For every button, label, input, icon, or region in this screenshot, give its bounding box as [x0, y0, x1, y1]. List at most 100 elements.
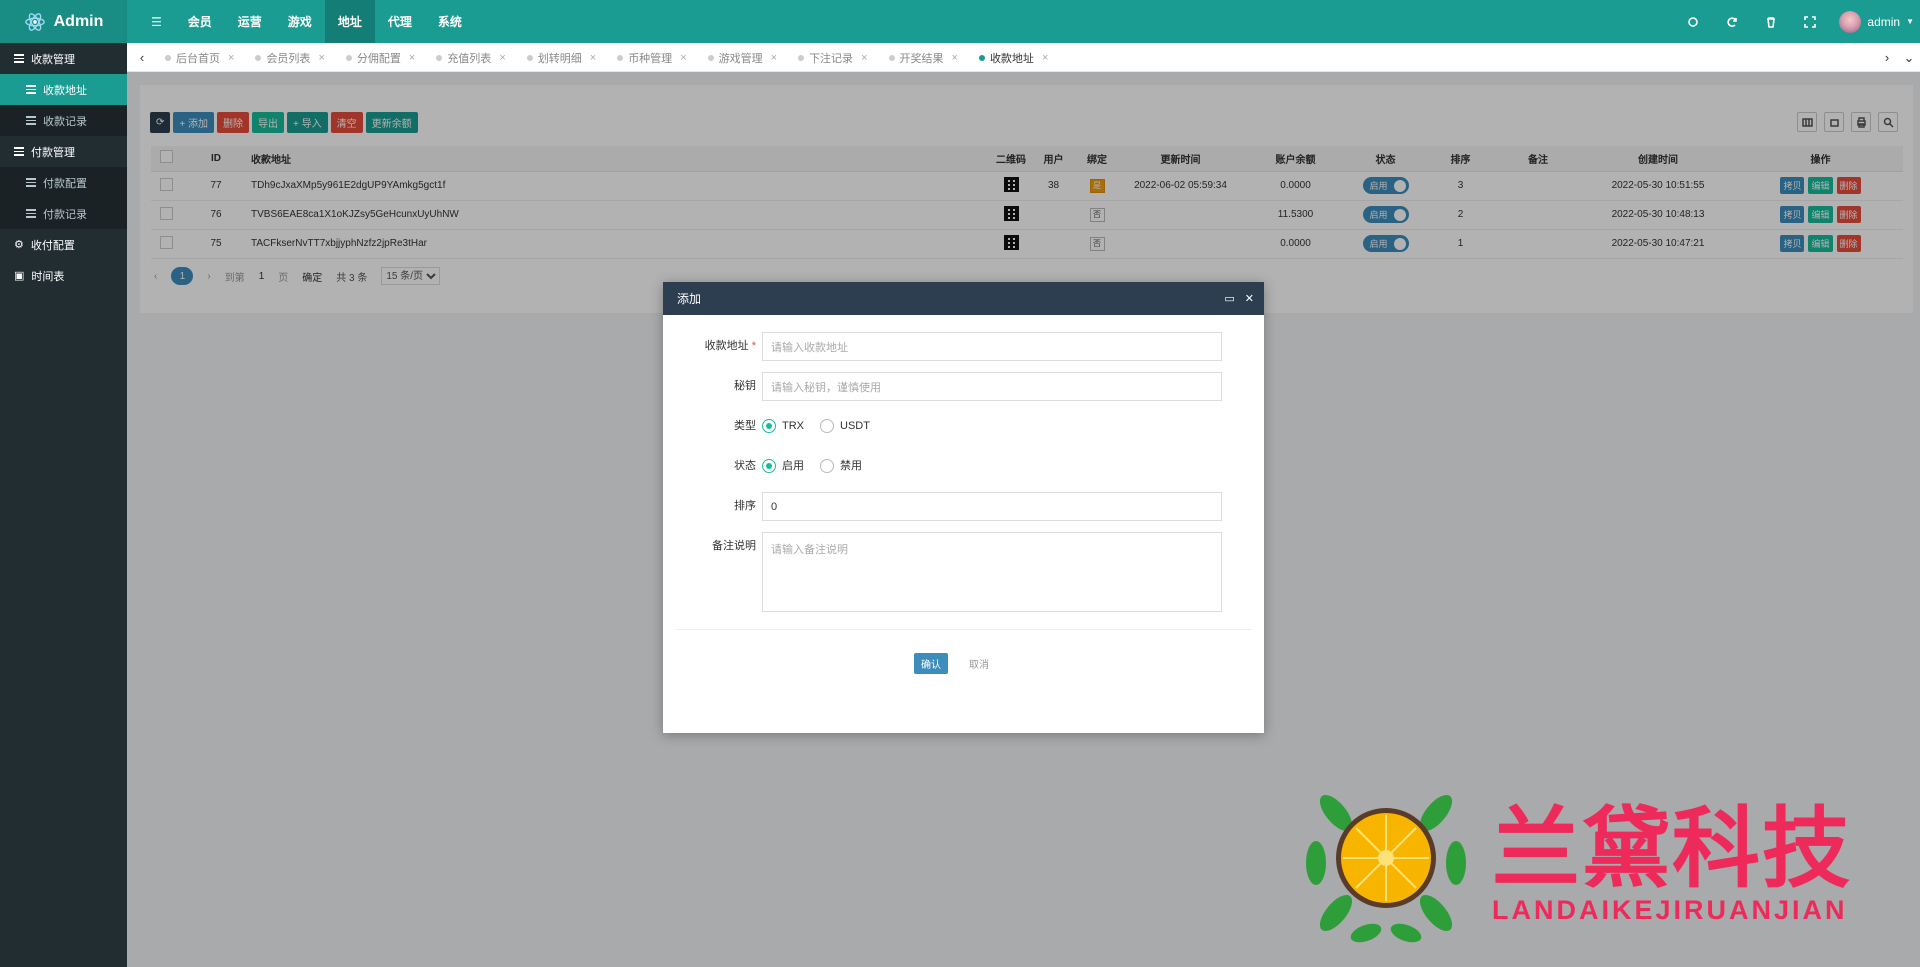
dialog-header: 添加 ▭ ✕	[663, 282, 1264, 315]
sidebar-item-label: 收款记录	[43, 115, 87, 128]
sidebar-item-label: 付款配置	[43, 177, 87, 190]
tab-results[interactable]: 开奖结果 ×	[877, 43, 967, 72]
sidebar-item-payment-config[interactable]: 付款配置	[0, 167, 127, 198]
close-icon[interactable]: ×	[861, 52, 867, 64]
sort-input[interactable]: 0	[762, 492, 1222, 521]
field-label: 状态	[734, 460, 756, 472]
list-icon	[14, 147, 24, 156]
sidebar-item-collection-address[interactable]: 收款地址	[0, 74, 127, 105]
dialog-title: 添加	[677, 292, 702, 306]
list-icon	[26, 85, 36, 94]
field-label: 排序	[734, 500, 756, 512]
watermark: 兰黛科技 LANDAIKEJIRUANJIAN	[1296, 773, 1896, 953]
tab-member-list[interactable]: 会员列表 ×	[243, 43, 333, 72]
close-icon[interactable]: ×	[590, 52, 596, 64]
status-radio-disabled[interactable]: 禁用	[820, 452, 862, 480]
cancel-button[interactable]: 取消	[962, 653, 996, 674]
menu-toggle-icon[interactable]: ☰	[138, 0, 175, 43]
user-menu[interactable]: admin ▼	[1829, 10, 1920, 33]
field-label: 备注说明	[712, 540, 756, 552]
trash-icon[interactable]	[1751, 0, 1790, 43]
type-radio-trx[interactable]: TRX	[762, 412, 804, 440]
close-icon[interactable]: ✕	[1245, 292, 1254, 305]
field-label: 收款地址 *	[704, 340, 756, 352]
tab-commission[interactable]: 分佣配置 ×	[334, 43, 424, 72]
list-icon	[26, 178, 36, 187]
sidebar-group-settings[interactable]: ⚙ 收付配置	[0, 229, 127, 260]
app-title: Admin	[53, 12, 104, 30]
confirm-button[interactable]: 确认	[914, 653, 948, 674]
maximize-icon[interactable]: ▭	[1224, 292, 1234, 305]
tab-transfer[interactable]: 划转明细 ×	[515, 43, 605, 72]
field-type: 类型 TRX USDT	[663, 412, 1264, 440]
status-radio-enabled[interactable]: 启用	[762, 452, 804, 480]
topnav-system[interactable]: 系统	[425, 0, 475, 43]
close-icon[interactable]: ×	[228, 52, 234, 64]
chevron-down-icon[interactable]: ⌄	[1898, 43, 1920, 72]
field-label: 类型	[734, 420, 756, 432]
chevron-right-icon[interactable]: ›	[1876, 43, 1898, 72]
sidebar-group-label: 时间表	[31, 270, 65, 283]
avatar	[1839, 10, 1862, 33]
gear-icon: ⚙	[14, 239, 24, 251]
watermark-title: 兰黛科技	[1492, 797, 1853, 900]
topnav-operation[interactable]: 运营	[225, 0, 275, 43]
field-sort: 排序 0	[663, 492, 1264, 521]
theme-icon[interactable]	[1673, 0, 1712, 43]
sidebar-group-label: 收付配置	[30, 239, 75, 252]
field-status: 状态 启用 禁用	[663, 452, 1264, 480]
user-name: admin	[1867, 14, 1901, 29]
topnav-agent[interactable]: 代理	[375, 0, 425, 43]
tab-game[interactable]: 游戏管理 ×	[696, 43, 786, 72]
tab-collection-address[interactable]: 收款地址 ×	[967, 43, 1057, 72]
close-icon[interactable]: ×	[952, 52, 958, 64]
field-key: 秘钥 请输入秘钥，谨慎使用	[663, 372, 1264, 401]
list-icon	[14, 54, 24, 63]
atom-logo-icon	[24, 12, 45, 31]
address-input[interactable]: 请输入收款地址	[762, 332, 1222, 361]
field-remark: 备注说明 请输入备注说明	[663, 532, 1264, 612]
type-radio-usdt[interactable]: USDT	[820, 412, 870, 440]
close-icon[interactable]: ×	[409, 52, 415, 64]
sidebar-item-label: 收款地址	[43, 84, 87, 97]
sidebar: 收款管理 收款地址 收款记录 付款管理 付款配置 付款记录 ⚙ 收付配置 ▣ 时间表	[0, 43, 127, 967]
calendar-icon: ▣	[14, 270, 25, 282]
refresh-icon[interactable]	[1712, 0, 1751, 43]
tab-bar: ‹ 后台首页 × 会员列表 × 分佣配置 × 充值列表 × 划转明细 × 币种管理 × 游戏…	[127, 43, 1920, 72]
tab-recharge[interactable]: 充值列表 ×	[424, 43, 514, 72]
sidebar-item-payment-records[interactable]: 付款记录	[0, 198, 127, 229]
fullscreen-icon[interactable]	[1790, 0, 1829, 43]
close-icon[interactable]: ×	[318, 52, 324, 64]
tab-bets[interactable]: 下注记录 ×	[786, 43, 876, 72]
add-dialog: 添加 ▭ ✕ 收款地址 * 请输入收款地址 秘钥 请输入秘钥，谨慎使用 类型 TR…	[663, 282, 1264, 733]
tab-currency[interactable]: 币种管理 ×	[605, 43, 695, 72]
close-icon[interactable]: ×	[771, 52, 777, 64]
dialog-divider	[675, 629, 1252, 630]
remark-textarea[interactable]: 请输入备注说明	[762, 532, 1222, 612]
list-icon	[26, 116, 36, 125]
field-label: 秘钥	[734, 380, 756, 392]
top-bar: Admin ☰ 会员 运营 游戏 地址 代理 系统 admin ▼	[0, 0, 1920, 43]
logo[interactable]: Admin	[0, 0, 127, 43]
field-address: 收款地址 * 请输入收款地址	[663, 332, 1264, 361]
sidebar-item-label: 付款记录	[43, 208, 87, 221]
key-input[interactable]: 请输入秘钥，谨慎使用	[762, 372, 1222, 401]
close-icon[interactable]: ×	[1042, 52, 1048, 64]
sidebar-group-label: 收款管理	[31, 53, 75, 66]
close-icon[interactable]: ×	[499, 52, 505, 64]
topnav-address[interactable]: 地址	[324, 0, 375, 43]
close-icon[interactable]: ×	[680, 52, 686, 64]
chevron-down-icon: ▼	[1906, 17, 1914, 26]
topnav-game[interactable]: 游戏	[275, 0, 325, 43]
topnav-member[interactable]: 会员	[175, 0, 225, 43]
sidebar-group-collection[interactable]: 收款管理	[0, 43, 127, 74]
tab-home[interactable]: 后台首页 ×	[153, 43, 243, 72]
watermark-subtitle: LANDAIKEJIRUANJIAN	[1492, 895, 1848, 925]
watermark-logo	[1306, 794, 1466, 943]
sidebar-group-schedule[interactable]: ▣ 时间表	[0, 260, 127, 291]
sidebar-group-label: 付款管理	[31, 146, 75, 159]
sidebar-group-payment[interactable]: 付款管理	[0, 136, 127, 167]
sidebar-item-collection-records[interactable]: 收款记录	[0, 105, 127, 136]
list-icon	[26, 209, 36, 218]
chevron-left-icon[interactable]: ‹	[131, 43, 153, 72]
